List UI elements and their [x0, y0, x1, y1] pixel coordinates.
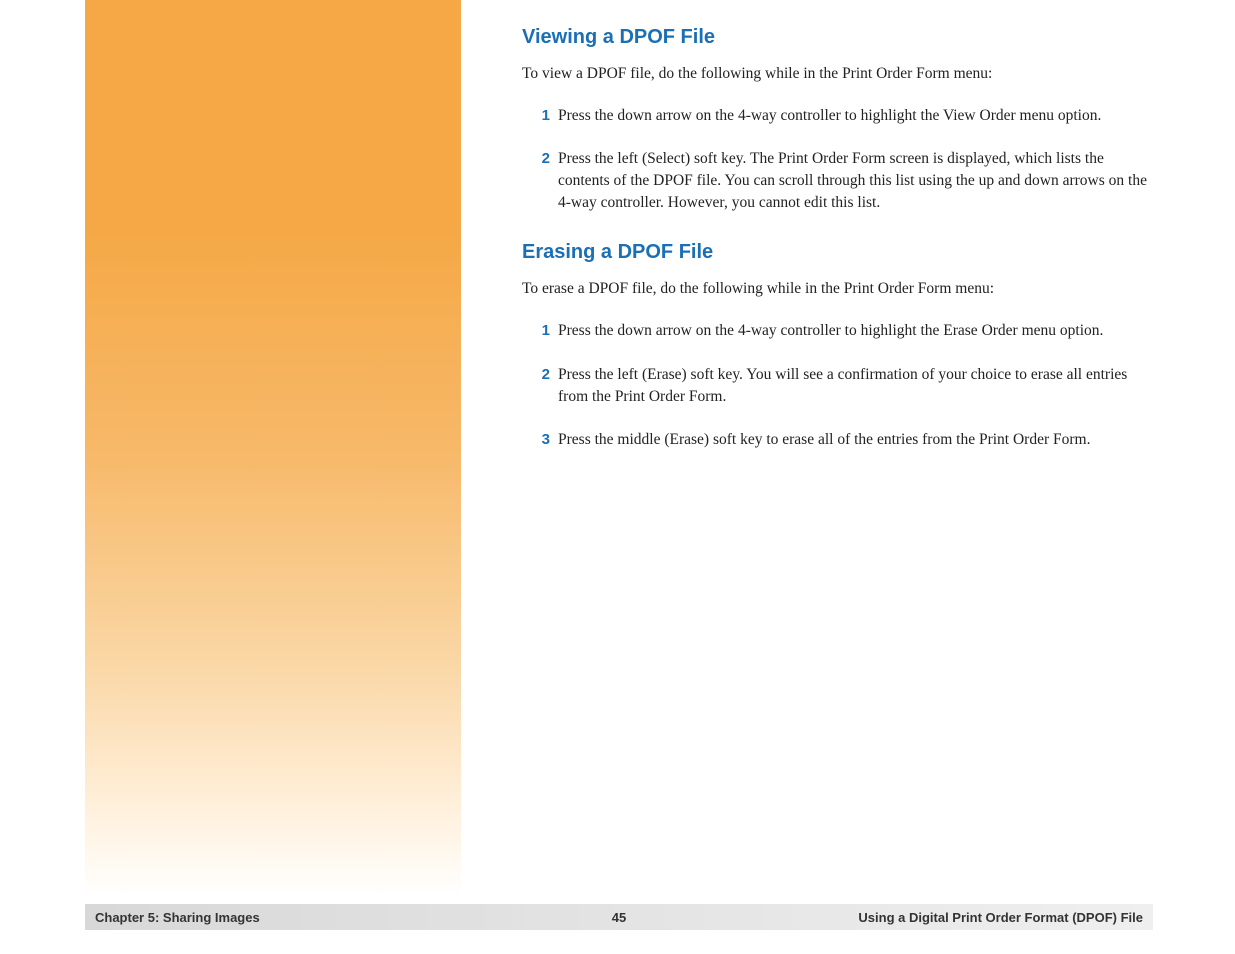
step-number: 1 — [530, 320, 550, 342]
list-item: 3 Press the middle (Erase) soft key to e… — [530, 429, 1152, 451]
section-heading-erasing: Erasing a DPOF File — [522, 241, 1152, 264]
list-item: 2 Press the left (Select) soft key. The … — [530, 148, 1152, 213]
main-content: Viewing a DPOF File To view a DPOF file,… — [522, 26, 1152, 473]
footer-page-number: 45 — [612, 910, 626, 925]
step-list-erasing: 1 Press the down arrow on the 4-way cont… — [522, 320, 1152, 451]
step-number: 2 — [530, 148, 550, 213]
step-text: Press the left (Erase) soft key. You wil… — [558, 364, 1152, 407]
step-number: 3 — [530, 429, 550, 451]
section-intro-viewing: To view a DPOF file, do the following wh… — [522, 63, 1152, 85]
step-text: Press the down arrow on the 4-way contro… — [558, 105, 1152, 127]
step-number: 2 — [530, 364, 550, 407]
step-text: Press the down arrow on the 4-way contro… — [558, 320, 1152, 342]
footer-chapter: Chapter 5: Sharing Images — [95, 910, 260, 925]
step-text: Press the middle (Erase) soft key to era… — [558, 429, 1152, 451]
sidebar-decoration — [85, 0, 461, 896]
list-item: 2 Press the left (Erase) soft key. You w… — [530, 364, 1152, 407]
page-container: Viewing a DPOF File To view a DPOF file,… — [0, 0, 1235, 954]
step-number: 1 — [530, 105, 550, 127]
footer-section-title: Using a Digital Print Order Format (DPOF… — [858, 910, 1143, 925]
page-footer: Chapter 5: Sharing Images 45 Using a Dig… — [85, 904, 1153, 930]
list-item: 1 Press the down arrow on the 4-way cont… — [530, 105, 1152, 127]
list-item: 1 Press the down arrow on the 4-way cont… — [530, 320, 1152, 342]
section-intro-erasing: To erase a DPOF file, do the following w… — [522, 278, 1152, 300]
step-list-viewing: 1 Press the down arrow on the 4-way cont… — [522, 105, 1152, 214]
section-heading-viewing: Viewing a DPOF File — [522, 26, 1152, 49]
step-text: Press the left (Select) soft key. The Pr… — [558, 148, 1152, 213]
